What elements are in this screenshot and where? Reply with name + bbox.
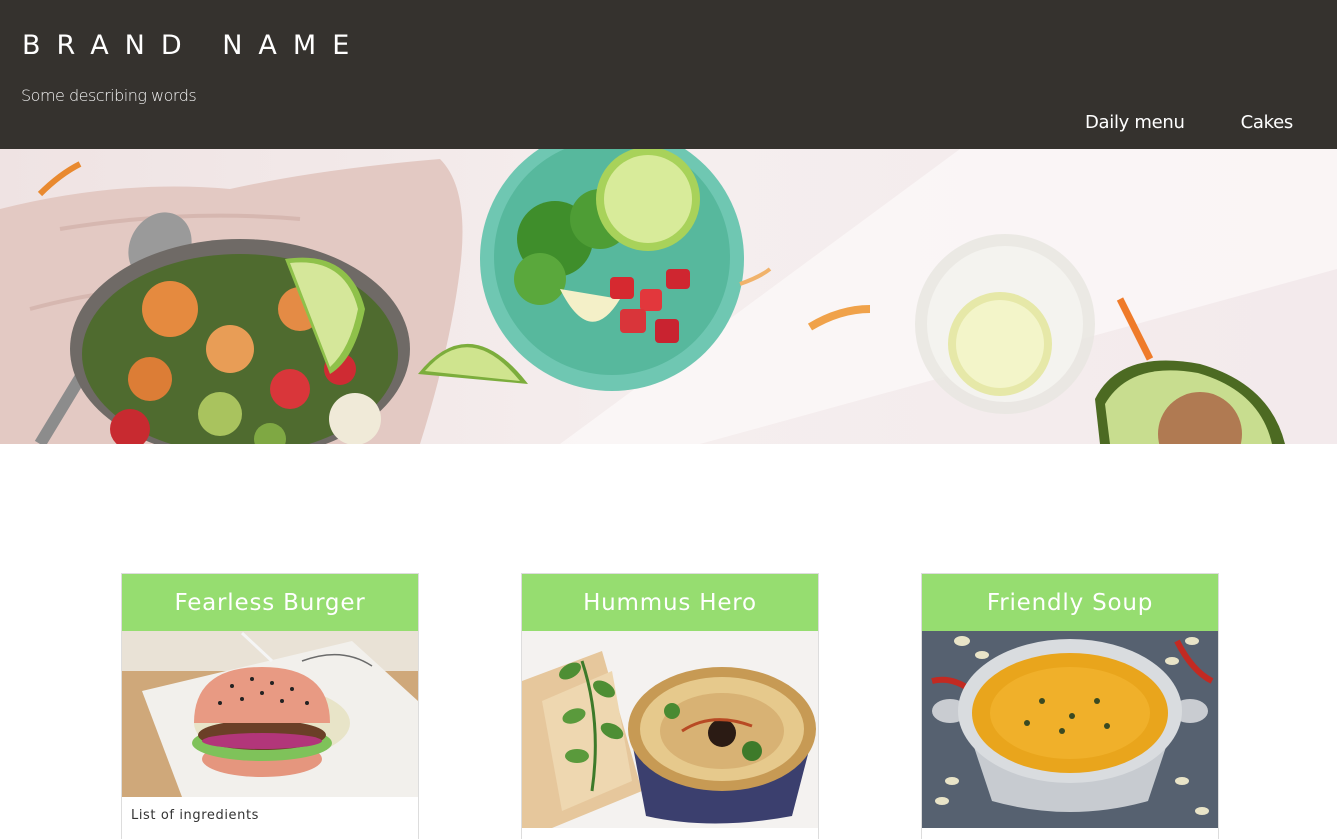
hero-banner-image: [0, 149, 1337, 444]
burger-illustration: [122, 631, 418, 797]
menu-card-burger[interactable]: Fearless Burger List of ingredients: [121, 573, 419, 839]
soup-image[interactable]: [922, 631, 1218, 828]
soup-illustration: [922, 631, 1218, 828]
card-title[interactable]: Fearless Burger: [122, 574, 418, 631]
menu-card-soup[interactable]: Friendly Soup: [921, 573, 1219, 839]
hummus-image[interactable]: [522, 631, 818, 828]
hero-food-illustration: [0, 149, 1337, 444]
card-title[interactable]: Friendly Soup: [922, 574, 1218, 631]
nav-link-cakes[interactable]: Cakes: [1241, 112, 1294, 133]
card-caption: [522, 828, 818, 839]
site-header: BRAND NAME Some describing words Daily m…: [0, 0, 1337, 149]
card-caption: [922, 828, 1218, 839]
card-title[interactable]: Hummus Hero: [522, 574, 818, 631]
nav-link-daily-menu[interactable]: Daily menu: [1085, 112, 1185, 133]
menu-card-hummus[interactable]: Hummus Hero: [521, 573, 819, 839]
burger-image[interactable]: [122, 631, 418, 797]
main-nav: Daily menu Cakes: [1085, 112, 1293, 133]
brand-tagline: Some describing words: [21, 86, 197, 105]
hummus-illustration: [522, 631, 818, 828]
card-caption: List of ingredients: [131, 808, 260, 823]
brand-name[interactable]: BRAND NAME: [22, 30, 365, 61]
